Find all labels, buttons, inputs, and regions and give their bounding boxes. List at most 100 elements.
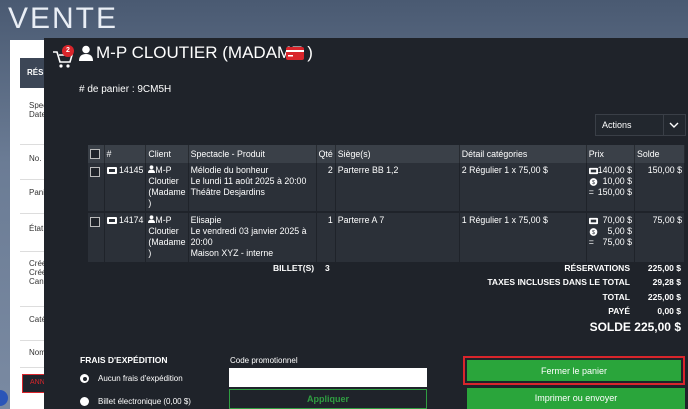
price-total: 150,00 $ <box>597 187 633 197</box>
promo-code-label: Code promotionnel <box>230 356 298 365</box>
fee-icon: $ <box>589 177 598 186</box>
svg-text:$: $ <box>592 230 595 236</box>
qty-cell: 1 <box>316 212 336 262</box>
show-venue: Théâtre Desjardins <box>190 187 265 197</box>
shipping-option-none-label[interactable]: Aucun frais d'expédition <box>98 374 183 383</box>
reservations-value: 225,00 $ <box>647 263 681 273</box>
billets-count: 3 <box>325 263 330 273</box>
client-cell: M-P Cloutier (Madame ) <box>145 163 189 213</box>
price-equals: = <box>588 187 594 197</box>
detail-cell: 1 Régulier 1 x 75,00 $ <box>459 212 587 262</box>
apply-promo-button[interactable]: Appliquer <box>229 389 427 409</box>
price-total-line: = 150,00 $ <box>589 187 632 198</box>
billets-label: BILLET(S) <box>273 263 315 273</box>
solde-label: SOLDE <box>589 320 631 334</box>
reservations-label: RÉSERVATIONS <box>564 263 630 273</box>
reservation-id[interactable]: 14145 <box>119 165 143 175</box>
row-checkbox[interactable] <box>90 217 100 227</box>
show-cell: Elisapie Le vendredi 03 janvier 2025 à 2… <box>188 212 317 262</box>
price-equals: = <box>588 237 594 247</box>
price-ticket: 140,00 $ <box>597 165 633 175</box>
price-ticket-line: 140,00 $ <box>588 165 633 176</box>
col-header-solde[interactable]: Solde <box>634 145 685 163</box>
solde-cell: 75,00 $ <box>634 212 685 262</box>
price-cell: 70,00 $ $5,00 $ = 75,00 $ <box>586 212 636 262</box>
table-header-row: # Client Spectacle - Produit Qté Siège(s… <box>88 145 685 163</box>
price-fee-line: $10,00 $ <box>589 176 632 187</box>
col-header-seats[interactable]: Siège(s) <box>335 145 460 163</box>
col-header-detail[interactable]: Détail catégories <box>459 145 587 163</box>
ticket-icon <box>106 217 117 224</box>
table-row[interactable]: 14145 M-P Cloutier (Madame ) Mélodie du … <box>88 163 685 213</box>
client-name-line: M-P <box>155 215 172 225</box>
detail-cell: 2 Régulier 1 x 75,00 $ <box>459 163 587 213</box>
shipping-option-none-radio[interactable] <box>80 374 89 383</box>
show-venue: Maison XYZ - interne <box>190 248 274 258</box>
solde-line: SOLDE 225,00 $ <box>560 320 681 334</box>
reservation-id[interactable]: 14174 <box>119 215 143 225</box>
select-all-header[interactable] <box>88 145 105 163</box>
col-header-price[interactable]: Prix <box>586 145 636 163</box>
ticket-icon <box>106 167 117 174</box>
show-date: Le vendredi 03 janvier 2025 à <box>190 226 307 236</box>
shipping-option-electronic-radio[interactable] <box>80 397 89 406</box>
seats-cell: Parterre A 7 <box>335 212 460 262</box>
total-label: TOTAL <box>602 292 630 302</box>
taxes-label: TAXES INCLUSES DANS LE TOTAL <box>487 277 630 287</box>
ticket-icon <box>588 217 598 224</box>
dropdown-divider <box>663 115 664 135</box>
ticket-icon <box>588 167 598 174</box>
client-name-line: (Madame <box>148 237 186 247</box>
price-ticket-line: 70,00 $ <box>588 215 633 226</box>
price-total: 75,00 $ <box>602 237 633 247</box>
client-name-line: Cloutier <box>148 226 179 236</box>
actions-dropdown[interactable]: Actions <box>595 114 686 136</box>
paye-label: PAYÉ <box>608 306 630 316</box>
row-select-cell[interactable] <box>88 163 105 213</box>
client-name-line: M-P <box>155 165 172 175</box>
row-select-cell[interactable] <box>88 212 105 262</box>
client-name-line: ) <box>148 198 152 208</box>
price-cell: 140,00 $ $10,00 $ = 150,00 $ <box>586 163 636 213</box>
taxes-value: 29,28 $ <box>652 277 681 287</box>
client-name-line: ) <box>148 248 152 258</box>
solde-cell: 150,00 $ <box>634 163 685 213</box>
col-header-client[interactable]: Client <box>145 145 189 163</box>
client-name-line: (Madame <box>148 187 186 197</box>
shipping-title: FRAIS D'EXPÉDITION <box>80 355 168 365</box>
shipping-option-electronic-label[interactable]: Billet électronique (0,00 $) <box>98 397 191 406</box>
table-row[interactable]: 14174 M-P Cloutier (Madame ) Elisapie Le… <box>88 212 685 262</box>
promo-code-input[interactable] <box>229 368 427 387</box>
col-header-qty[interactable]: Qté <box>316 145 336 163</box>
cart-table: # Client Spectacle - Produit Qté Siège(s… <box>88 145 685 262</box>
user-icon <box>79 45 93 61</box>
actions-label: Actions <box>602 120 632 130</box>
select-all-checkbox[interactable] <box>90 149 100 159</box>
credit-card-icon[interactable] <box>286 47 304 60</box>
show-cell: Mélodie du bonheur Le lundi 11 août 2025… <box>188 163 317 213</box>
client-name-line: Cloutier <box>148 176 179 186</box>
show-title[interactable]: Elisapie <box>191 215 222 225</box>
svg-text:$: $ <box>592 180 595 186</box>
reservation-id-cell: 14174 <box>104 212 147 262</box>
col-header-number[interactable]: # <box>104 145 147 163</box>
show-date: Le lundi 11 août 2025 à 20:00 <box>190 176 307 186</box>
qty-cell: 2 <box>316 163 336 213</box>
chevron-down-icon <box>669 122 679 128</box>
cart-count-badge: 2 <box>62 45 74 57</box>
price-fee-line: $5,00 $ <box>589 226 632 237</box>
client-cell: M-P Cloutier (Madame ) <box>145 212 189 262</box>
price-ticket: 70,00 $ <box>602 215 633 225</box>
col-header-spectacle[interactable]: Spectacle - Produit <box>188 145 317 163</box>
close-cart-button[interactable]: Fermer le panier <box>467 360 681 381</box>
price-total-line: = 75,00 $ <box>589 237 632 248</box>
customer-name: M-P CLOUTIER (MADAME ) <box>96 43 313 62</box>
cart-id: # de panier : 9CM5H <box>79 84 172 95</box>
row-checkbox[interactable] <box>90 167 100 177</box>
seats-cell: Parterre BB 1,2 <box>335 163 460 213</box>
show-time: 20:00 <box>190 237 213 247</box>
print-send-button[interactable]: Imprimer ou envoyer <box>467 388 685 409</box>
fee-icon: $ <box>589 227 598 236</box>
show-title[interactable]: Mélodie du bonheur <box>191 165 269 175</box>
price-fee: 10,00 $ <box>602 176 633 186</box>
